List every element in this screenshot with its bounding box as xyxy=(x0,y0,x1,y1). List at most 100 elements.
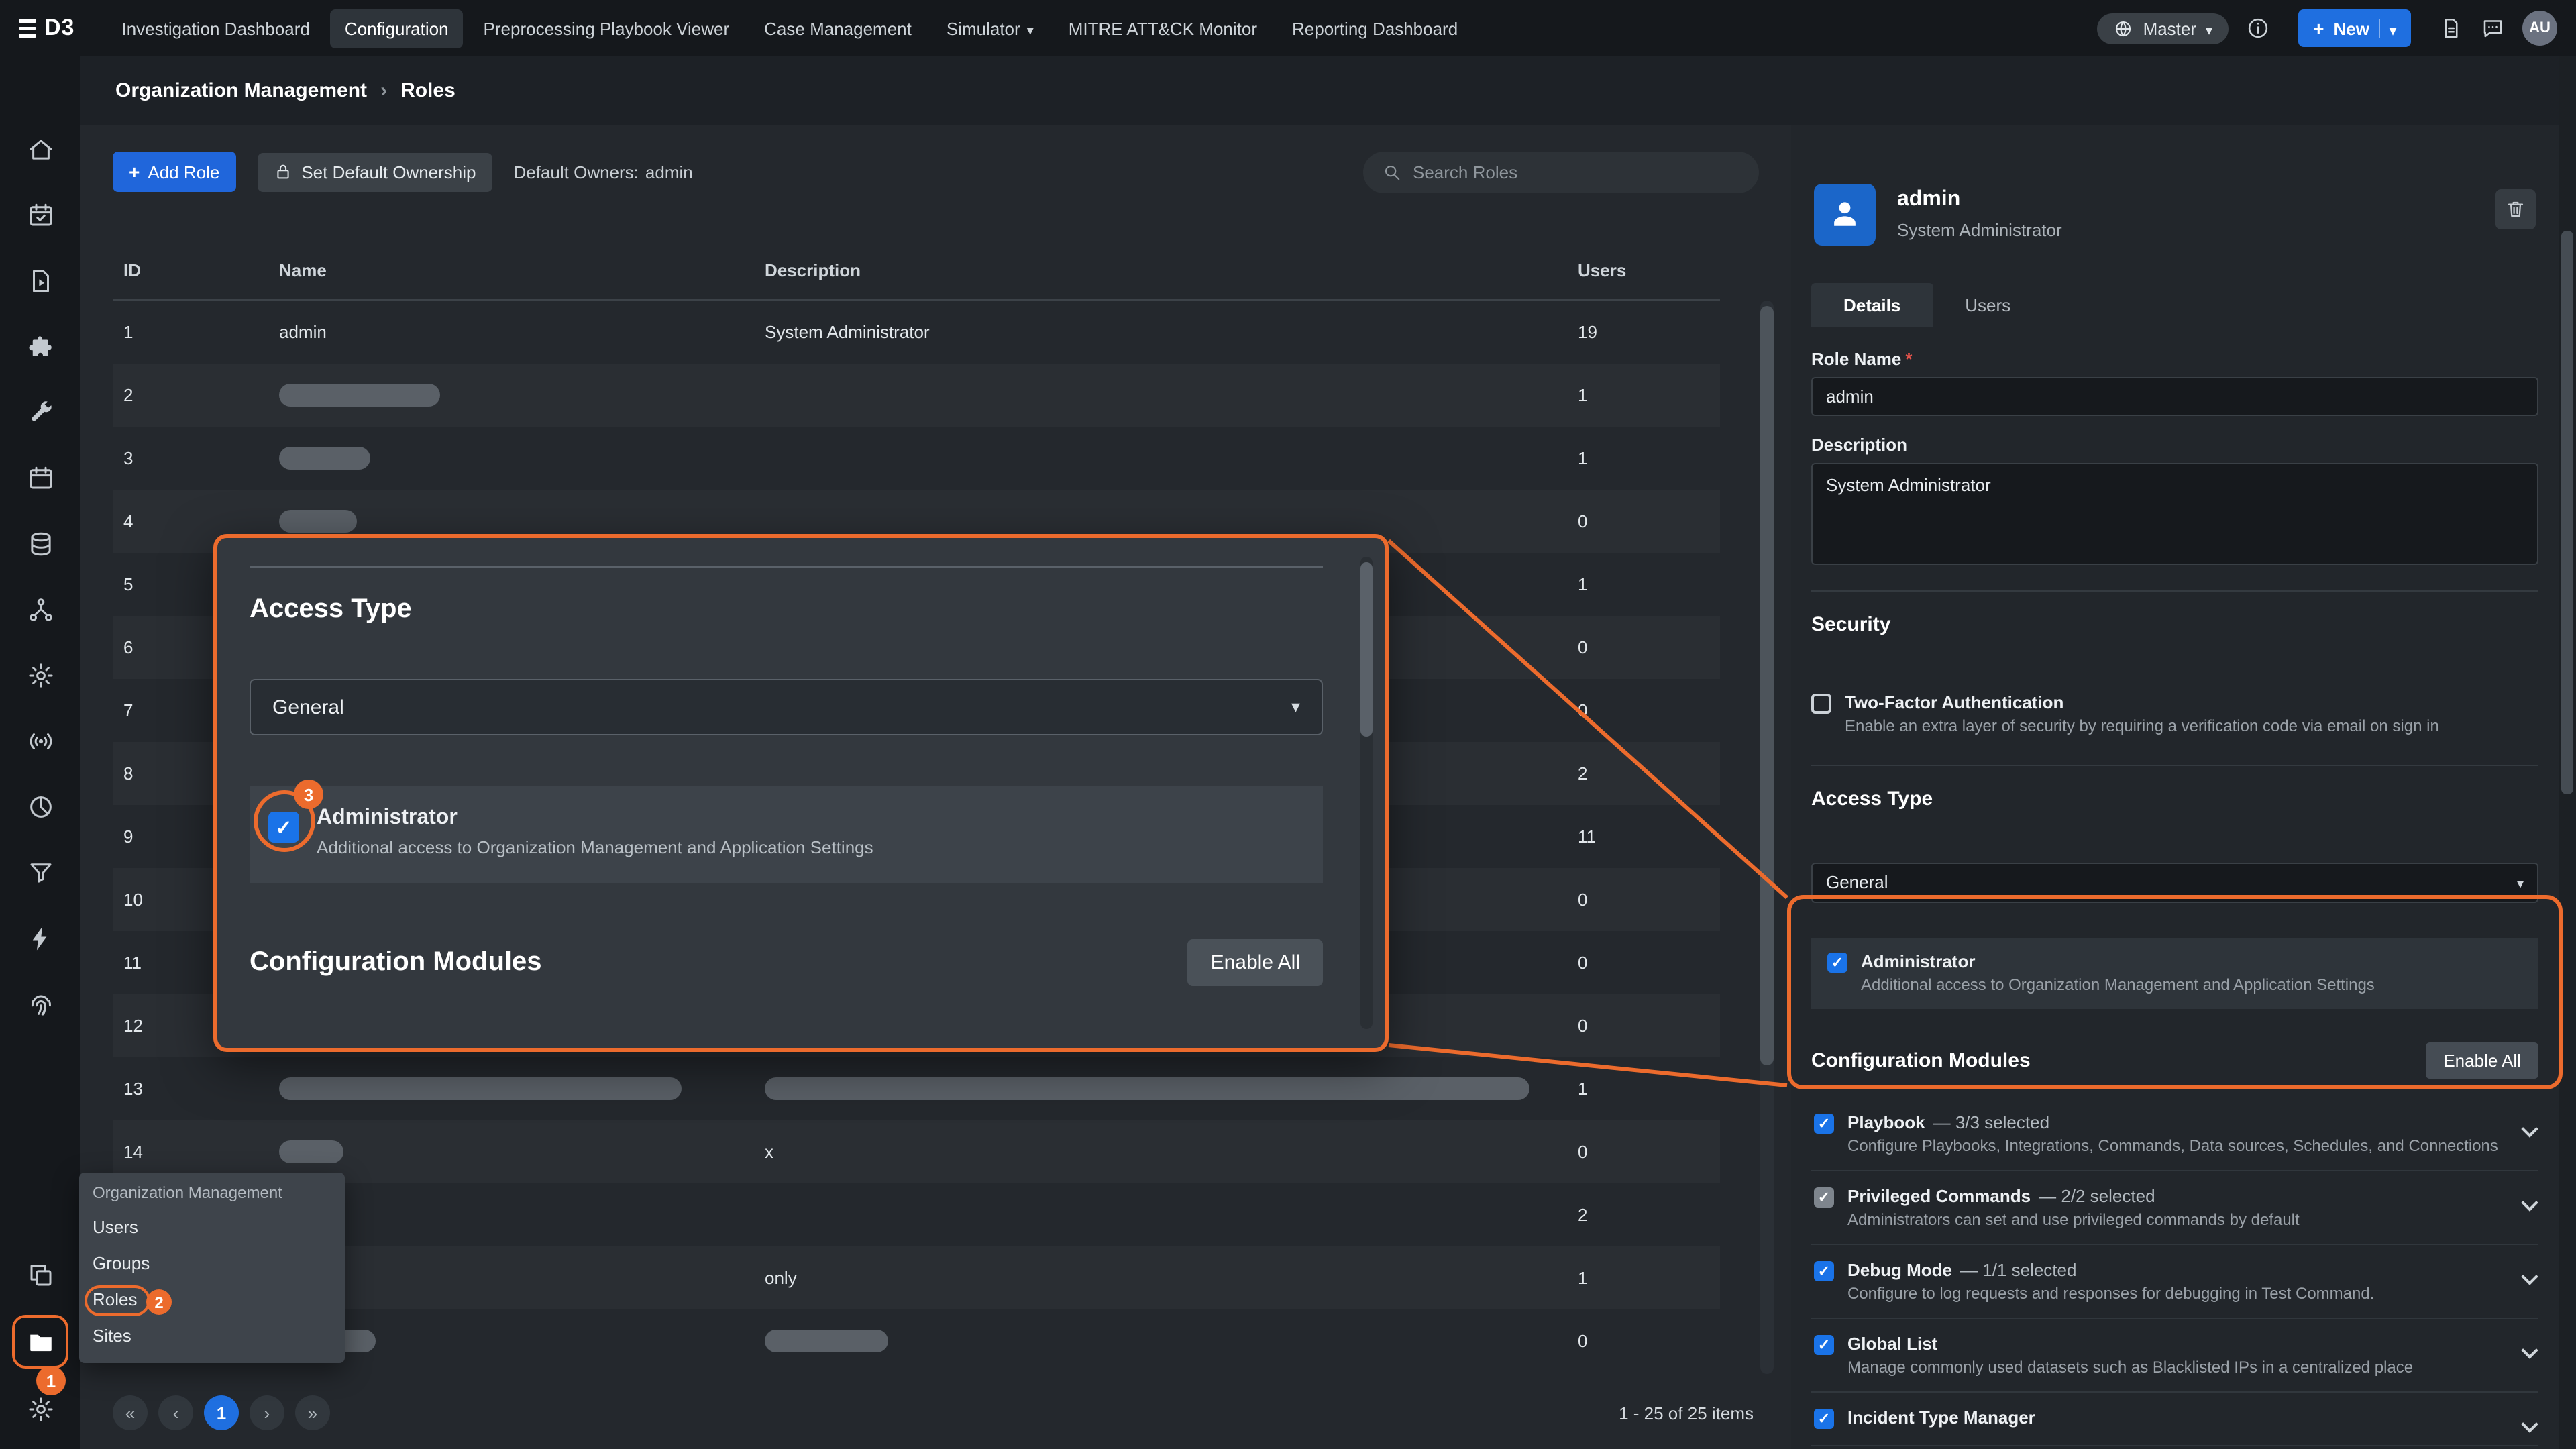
modal-administrator-checkbox[interactable] xyxy=(268,812,299,843)
window-scrollbar[interactable] xyxy=(2559,56,2576,1449)
table-row[interactable]: 131 xyxy=(113,1057,1720,1120)
two-factor-row[interactable]: Two-Factor Authentication Enable an extr… xyxy=(1811,692,2538,737)
breadcrumb-current[interactable]: Roles xyxy=(400,79,455,102)
table-scrollbar-thumb[interactable] xyxy=(1760,306,1774,1065)
modal-administrator-desc: Additional access to Organization Manage… xyxy=(317,837,873,860)
role-name-input[interactable] xyxy=(1811,377,2538,416)
current-page-button[interactable]: 1 xyxy=(204,1395,239,1430)
prev-page-button[interactable]: ‹ xyxy=(158,1395,193,1430)
administrator-row[interactable]: Administrator Additional access to Organ… xyxy=(1811,937,2538,1009)
module-checkbox[interactable] xyxy=(1814,1335,1834,1355)
access-type-select[interactable]: General xyxy=(1811,862,2538,902)
sidebar-item-calendar-check[interactable] xyxy=(16,192,64,239)
sidebar-item-copy[interactable] xyxy=(16,1252,64,1299)
sidebar-item-home[interactable] xyxy=(16,126,64,173)
search-roles-input[interactable] xyxy=(1413,162,1740,182)
table-row[interactable]: 16only1 xyxy=(113,1246,1720,1309)
module-item-incident-type-manager[interactable]: Incident Type Manager xyxy=(1811,1393,2538,1446)
module-title: Playbook xyxy=(1847,1112,1925,1132)
modal-scrollbar-thumb[interactable] xyxy=(1360,562,1373,737)
cell-users-text: 1 xyxy=(1578,574,1587,594)
nav-item-reporting-dashboard[interactable]: Reporting Dashboard xyxy=(1277,9,1472,48)
module-item-privileged-commands[interactable]: Privileged Commands— 2/2 selectedAdminis… xyxy=(1811,1171,2538,1245)
d3-logo[interactable]: D3 xyxy=(19,15,74,42)
module-checkbox[interactable] xyxy=(1814,1114,1834,1134)
menu-item-groups[interactable]: Groups xyxy=(79,1245,345,1281)
cell-users-text: 2 xyxy=(1578,1205,1587,1225)
table-row[interactable]: 31 xyxy=(113,427,1720,490)
cell-id-text: 12 xyxy=(123,1016,143,1036)
sidebar-item-gear[interactable] xyxy=(16,652,64,699)
administrator-checkbox[interactable] xyxy=(1827,952,1847,972)
module-item-global-list[interactable]: Global ListManage commonly used datasets… xyxy=(1811,1319,2538,1393)
pie-icon xyxy=(26,793,54,821)
sidebar-item-tools[interactable] xyxy=(16,389,64,436)
module-checkbox[interactable] xyxy=(1814,1187,1834,1208)
two-factor-checkbox[interactable] xyxy=(1811,694,1831,714)
module-checkbox[interactable] xyxy=(1814,1409,1834,1429)
module-checkbox[interactable] xyxy=(1814,1261,1834,1281)
default-owners: Default Owners: admin xyxy=(514,162,693,182)
modal-access-type-select[interactable]: General xyxy=(250,679,1323,735)
chevron-down-icon[interactable] xyxy=(2521,1342,2538,1359)
sidebar-item-pie[interactable] xyxy=(16,784,64,830)
sidebar-item-folder[interactable] xyxy=(16,1319,64,1366)
sidebar-item-database[interactable] xyxy=(16,521,64,568)
menu-item-roles[interactable]: Roles xyxy=(79,1281,345,1318)
sidebar-item-calendar[interactable] xyxy=(16,455,64,502)
window-scrollbar-thumb[interactable] xyxy=(2561,231,2573,794)
table-row[interactable]: 1adminSystem Administrator19 xyxy=(113,301,1720,364)
menu-item-sites[interactable]: Sites xyxy=(79,1318,345,1354)
nav-item-configuration[interactable]: Configuration xyxy=(330,9,464,48)
tab-users[interactable]: Users xyxy=(1933,283,2043,327)
chevron-down-icon[interactable] xyxy=(2521,1195,2538,1212)
search-roles[interactable] xyxy=(1363,151,1759,193)
document-icon[interactable] xyxy=(2439,16,2463,40)
sidebar-item-playbook[interactable] xyxy=(16,258,64,305)
tab-details[interactable]: Details xyxy=(1811,283,1933,327)
delete-role-button[interactable] xyxy=(2496,189,2536,229)
table-row[interactable]: 14x0 xyxy=(113,1120,1720,1183)
modal-enable-all-button[interactable]: Enable All xyxy=(1188,939,1323,986)
modal-scrollbar[interactable] xyxy=(1360,557,1373,1029)
sidebar-item-puzzle[interactable] xyxy=(16,323,64,370)
viewport: D3 Investigation DashboardConfigurationP… xyxy=(0,0,2576,1449)
table-row[interactable]: 21 xyxy=(113,364,1720,427)
nav-item-preprocessing-playbook-viewer[interactable]: Preprocessing Playbook Viewer xyxy=(469,9,745,48)
nav-item-investigation-dashboard[interactable]: Investigation Dashboard xyxy=(107,9,324,48)
menu-item-users[interactable]: Users xyxy=(79,1209,345,1245)
sidebar-item-funnel[interactable] xyxy=(16,849,64,896)
new-button[interactable]: New xyxy=(2298,9,2411,47)
chevron-down-icon[interactable] xyxy=(2521,1269,2538,1285)
module-item-playbook[interactable]: Playbook— 3/3 selectedConfigure Playbook… xyxy=(1811,1097,2538,1171)
description-input[interactable]: System Administrator xyxy=(1811,463,2538,565)
sidebar-item-bolt[interactable] xyxy=(16,915,64,962)
table-row[interactable]: 170 xyxy=(113,1309,1720,1373)
modal-administrator-row[interactable]: Administrator Additional access to Organ… xyxy=(250,786,1323,883)
nav-item-mitre-att-ck-monitor[interactable]: MITRE ATT&CK Monitor xyxy=(1054,9,1272,48)
sidebar-item-fingerprint[interactable] xyxy=(16,981,64,1028)
last-page-button[interactable]: » xyxy=(295,1395,330,1430)
modal-administrator-text: Administrator Additional access to Organ… xyxy=(317,806,873,860)
nav-item-simulator[interactable]: Simulator xyxy=(932,9,1049,48)
breadcrumb-parent[interactable]: Organization Management xyxy=(115,79,367,102)
first-page-button[interactable]: « xyxy=(113,1395,148,1430)
chat-icon[interactable] xyxy=(2481,16,2505,40)
table-row[interactable]: 152 xyxy=(113,1183,1720,1246)
chevron-down-icon[interactable] xyxy=(2521,1121,2538,1138)
network-icon xyxy=(26,596,54,624)
sidebar-item-network[interactable] xyxy=(16,586,64,633)
master-selector[interactable]: Master xyxy=(2098,13,2229,44)
chevron-down-icon[interactable] xyxy=(2521,1416,2538,1433)
info-icon[interactable] xyxy=(2246,16,2270,40)
user-avatar[interactable]: AU xyxy=(2522,11,2557,46)
table-scrollbar[interactable] xyxy=(1760,301,1774,1374)
nav-item-case-management[interactable]: Case Management xyxy=(749,9,926,48)
cell-users: 0 xyxy=(1567,1016,1720,1036)
sidebar-item-signal[interactable] xyxy=(16,718,64,765)
next-page-button[interactable]: › xyxy=(250,1395,284,1430)
module-item-debug-mode[interactable]: Debug Mode— 1/1 selectedConfigure to log… xyxy=(1811,1245,2538,1319)
enable-all-button[interactable]: Enable All xyxy=(2426,1042,2538,1079)
add-role-button[interactable]: Add Role xyxy=(113,152,235,192)
set-default-ownership-button[interactable]: Set Default Ownership xyxy=(257,152,492,191)
